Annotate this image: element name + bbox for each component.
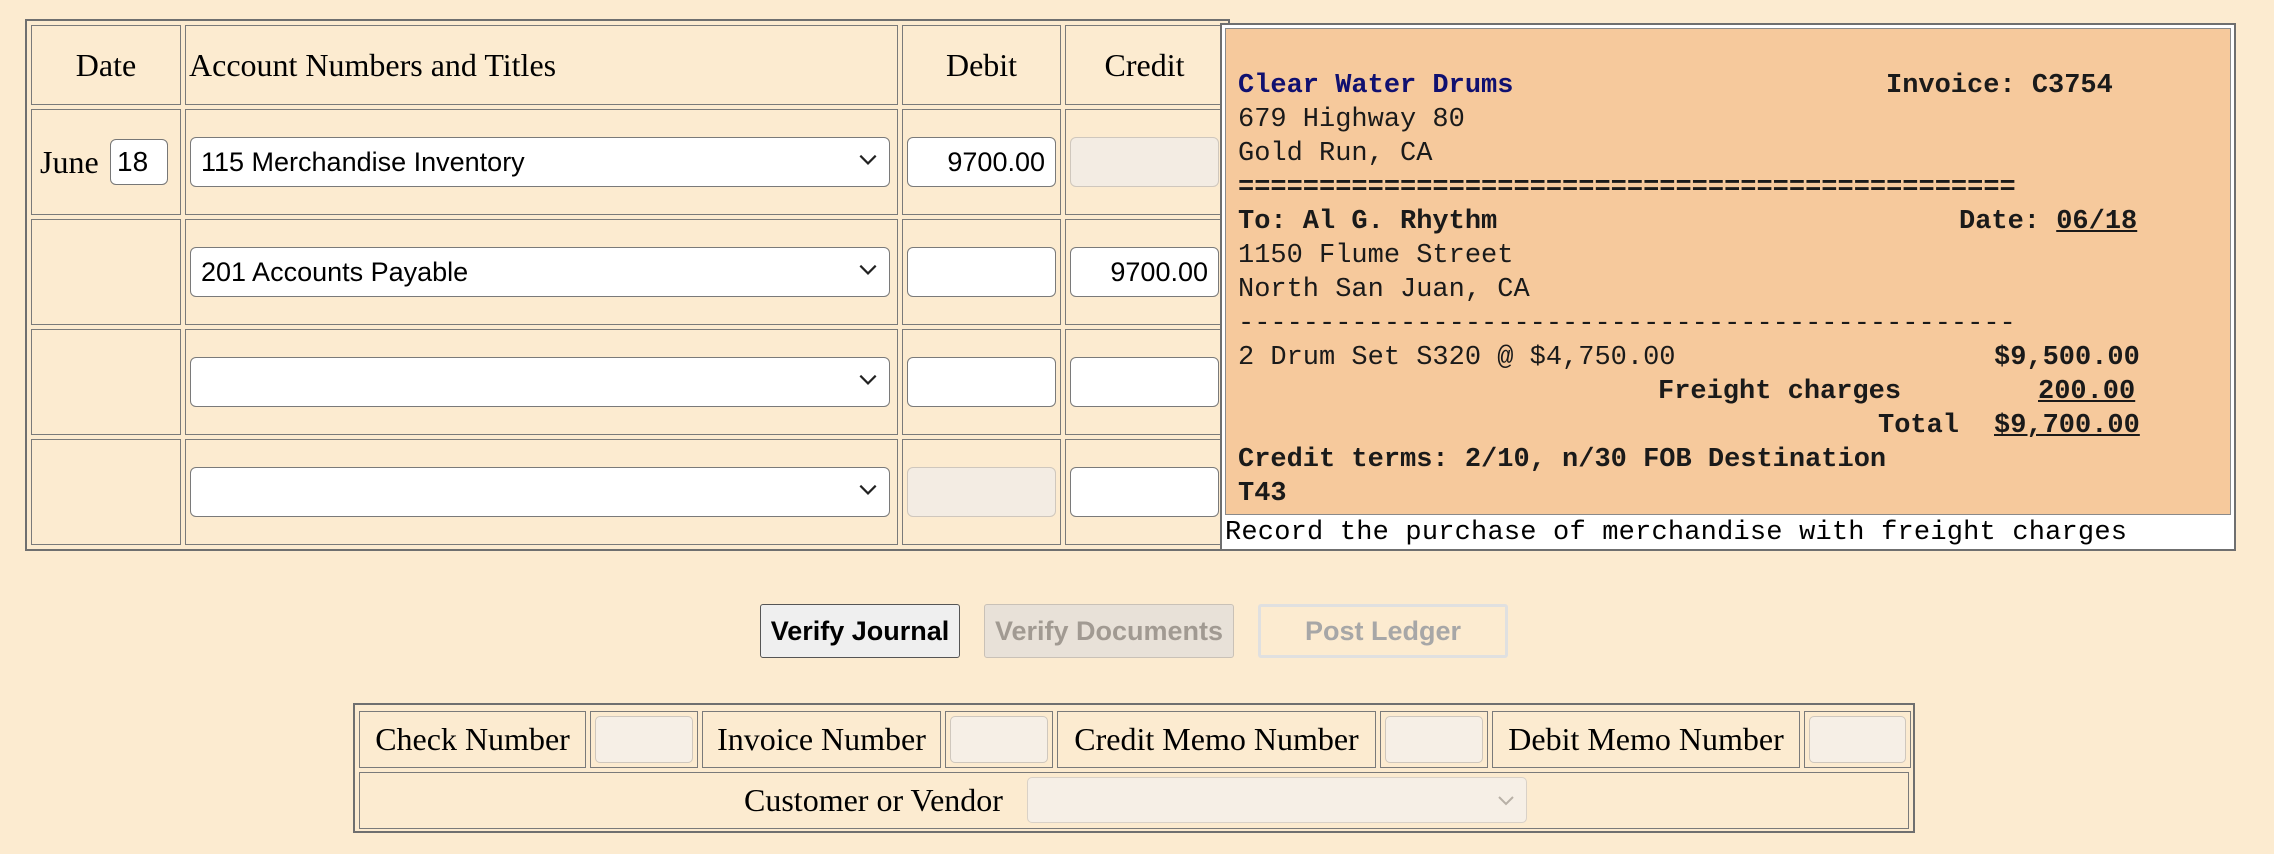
total-label: Total [1878,411,1960,441]
chevron-down-icon [859,484,877,495]
journal-row: 201 Accounts Payable 9700.00 [31,219,1224,325]
chevron-down-icon [859,374,877,385]
account-cell [185,329,898,435]
account-select[interactable] [190,357,890,407]
debit-input[interactable] [907,357,1056,407]
freight-label: Freight charges [1658,377,1902,407]
date-cell: June [31,109,181,215]
single-rule: ----------------------------------------… [1238,309,2016,339]
account-cell: 201 Accounts Payable [185,219,898,325]
verify-journal-button[interactable]: Verify Journal [760,604,960,658]
to-address-1: 1150 Flume Street [1238,241,1514,271]
invoice-number-input[interactable] [950,716,1048,763]
document-numbers-table: Check Number Invoice Number Credit Memo Nu… [353,703,1915,833]
credit-memo-number-cell [1380,711,1488,768]
invoice-code: T43 [1238,479,1287,509]
to-line: To: Al G. Rhythm [1238,207,1498,237]
check-number-label: Check Number [359,711,586,768]
customer-vendor-select [1027,777,1527,823]
account-select[interactable] [190,467,890,517]
date-cell [31,329,181,435]
journal-header-row: Date Account Numbers and Titles Debit Cr… [31,25,1224,105]
debit-header: Debit [902,25,1061,105]
customer-vendor-row: Customer or Vendor [359,772,1909,829]
account-header: Account Numbers and Titles [185,25,898,105]
credit-header: Credit [1065,25,1224,105]
journal-row [31,329,1224,435]
freight-amount: 200.00 [2038,377,2136,407]
credit-input[interactable]: 9700.00 [1070,247,1219,297]
invoice-document: Clear Water Drums Invoice: C3754 679 Hig… [1225,28,2231,515]
vendor-address-2: Gold Run, CA [1238,139,1433,169]
debit-cell [902,439,1061,545]
invoice-instruction: Record the purchase of merchandise with … [1225,518,2128,548]
debit-cell [902,329,1061,435]
date-header: Date [31,25,181,105]
post-ledger-button: Post Ledger [1258,604,1508,658]
item-amount: $9,500.00 [1994,343,2140,373]
item-line: 2 Drum Set S320 @ $4,750.00 [1238,343,1676,373]
debit-input [907,467,1056,517]
chevron-down-icon [1498,796,1514,806]
account-cell [185,439,898,545]
check-number-cell [590,711,698,768]
invoice-panel: Clear Water Drums Invoice: C3754 679 Hig… [1220,23,2236,551]
date-label: Date: [1959,207,2057,237]
month-label: June [40,143,99,180]
credit-cell: 9700.00 [1065,219,1224,325]
invoice-number-label: Invoice Number [702,711,941,768]
date-cell [31,439,181,545]
to-address-2: North San Juan, CA [1238,275,1530,305]
credit-input[interactable] [1070,357,1219,407]
credit-cell [1065,439,1224,545]
invoice-date: Date: 06/18 [1959,207,2137,237]
double-rule: ========================================… [1238,173,2016,203]
debit-cell: 9700.00 [902,109,1061,215]
journal-row: June 115 Merchandise Inventory 9700.00 [31,109,1224,215]
journal-table: Date Account Numbers and Titles Debit Cr… [25,19,1230,551]
credit-memo-number-input[interactable] [1385,716,1483,763]
verify-documents-button: Verify Documents [984,604,1234,658]
debit-memo-number-label: Debit Memo Number [1492,711,1800,768]
debit-input[interactable]: 9700.00 [907,137,1056,187]
account-select[interactable]: 201 Accounts Payable [190,247,890,297]
account-select[interactable]: 115 Merchandise Inventory [190,137,890,187]
chevron-down-icon [859,154,877,165]
check-number-input[interactable] [595,716,693,763]
credit-memo-number-label: Credit Memo Number [1057,711,1376,768]
account-select-value: 115 Merchandise Inventory [201,146,525,177]
debit-cell [902,219,1061,325]
date-cell [31,219,181,325]
customer-vendor-label: Customer or Vendor [744,782,1003,818]
account-cell: 115 Merchandise Inventory [185,109,898,215]
credit-terms: Credit terms: 2/10, n/30 FOB Destination [1238,445,1887,475]
credit-cell [1065,329,1224,435]
date-value: 06/18 [2056,207,2138,237]
debit-input[interactable] [907,247,1056,297]
vendor-name: Clear Water Drums [1238,71,1514,101]
debit-memo-number-cell [1804,711,1911,768]
day-input[interactable] [110,139,168,185]
credit-input [1070,137,1219,187]
total-amount: $9,700.00 [1994,411,2140,441]
vendor-address-1: 679 Highway 80 [1238,105,1465,135]
debit-memo-number-input[interactable] [1809,716,1906,763]
account-select-value: 201 Accounts Payable [201,256,469,287]
credit-cell [1065,109,1224,215]
credit-input[interactable] [1070,467,1219,517]
invoice-number-cell [945,711,1053,768]
invoice-number: Invoice: C3754 [1886,71,2113,101]
journal-row [31,439,1224,545]
chevron-down-icon [859,264,877,275]
